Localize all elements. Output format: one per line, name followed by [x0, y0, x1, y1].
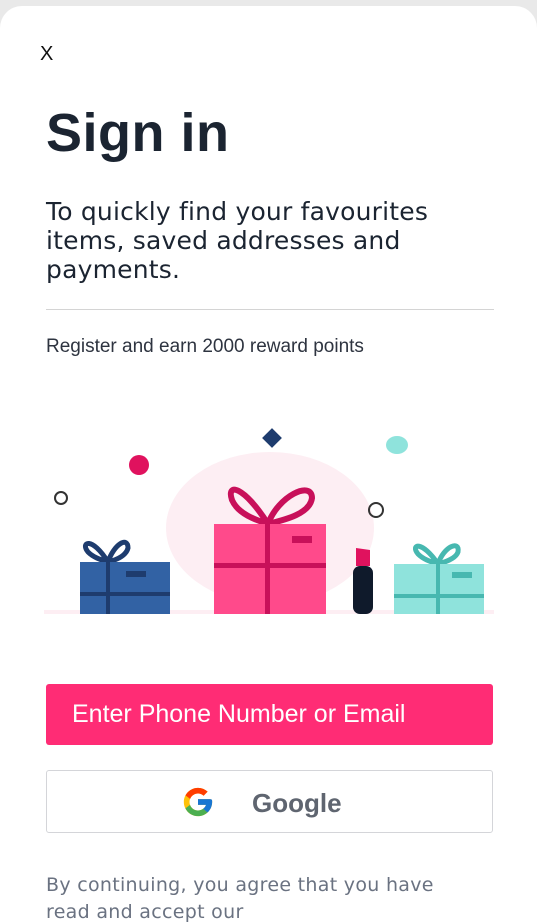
google-icon: [183, 787, 213, 817]
divider: [46, 309, 494, 310]
page-title: Sign in: [46, 103, 230, 163]
google-sign-in-button[interactable]: Google: [46, 770, 493, 833]
gift-box-icon-teal: [394, 543, 484, 614]
gift-box-icon-blue: [80, 539, 170, 614]
confetti-navy-diamond: [262, 428, 282, 448]
enter-phone-or-email-button[interactable]: Enter Phone Number or Email: [46, 684, 493, 745]
gifts-illustration: [44, 428, 494, 614]
confetti-pink-dot: [129, 455, 149, 475]
confetti-ring-left: [54, 491, 68, 505]
lipstick-icon: [353, 548, 373, 614]
google-button-label: Google: [252, 788, 342, 818]
close-button[interactable]: X: [40, 44, 53, 64]
sign-in-subtitle: To quickly find your favourites items, s…: [46, 197, 429, 284]
reward-text: Register and earn 2000 reward points: [46, 336, 364, 357]
terms-text: By continuing, you agree that you have r…: [46, 874, 434, 923]
sign-in-sheet: X Sign in To quickly find your favourite…: [0, 6, 537, 924]
confetti-teal-dot: [386, 436, 408, 454]
confetti-ring-right: [368, 502, 384, 518]
